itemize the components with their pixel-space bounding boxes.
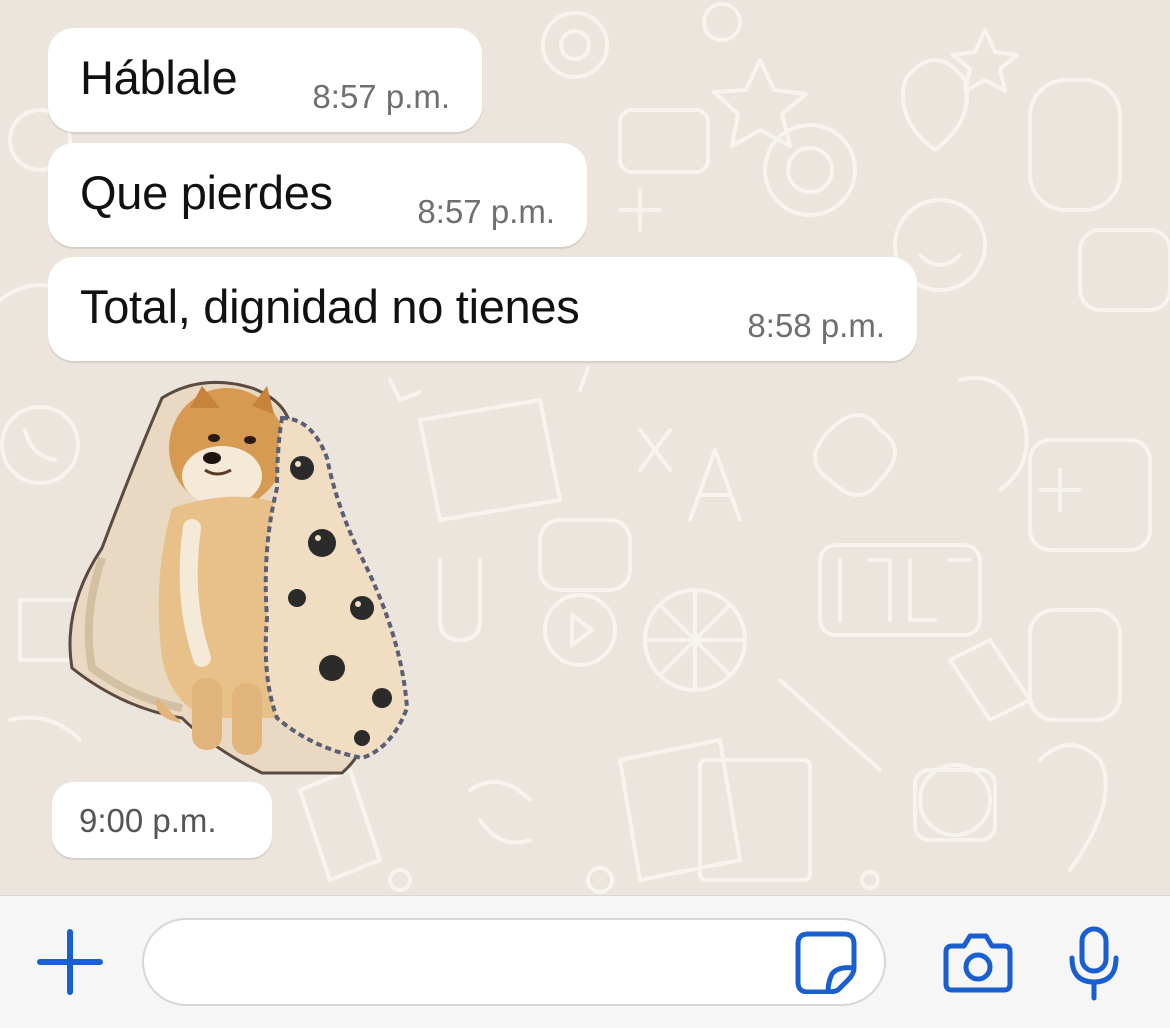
chat-screen: Háblale 8:57 p.m. Que pierdes 8:57 p.m. … [0,0,1170,1028]
dog-in-blanket-sticker[interactable] [62,378,427,778]
message-text: Total, dignidad no tienes [80,280,580,333]
chat-area[interactable]: Háblale 8:57 p.m. Que pierdes 8:57 p.m. … [0,0,1170,895]
message-input[interactable] [142,918,886,1006]
plus-icon[interactable] [34,926,106,998]
sticker-icon[interactable] [794,930,858,994]
microphone-icon[interactable] [1066,926,1122,1002]
composer-bar [0,895,1170,1028]
message-timestamp: 8:57 p.m. [312,78,450,115]
sticker-timestamp: 9:00 p.m. [79,802,217,839]
message-timestamp: 8:57 p.m. [417,193,555,230]
sticker-timestamp-badge: 9:00 p.m. [52,782,272,858]
message-bubble[interactable]: Total, dignidad no tienes 8:58 p.m. [48,257,917,361]
camera-icon[interactable] [942,932,1014,994]
message-timestamp: 8:58 p.m. [747,307,885,344]
message-bubble[interactable]: Que pierdes 8:57 p.m. [48,143,587,247]
message-text: Que pierdes [80,166,333,219]
message-bubble[interactable]: Háblale 8:57 p.m. [48,28,482,132]
message-text: Háblale [80,51,238,104]
